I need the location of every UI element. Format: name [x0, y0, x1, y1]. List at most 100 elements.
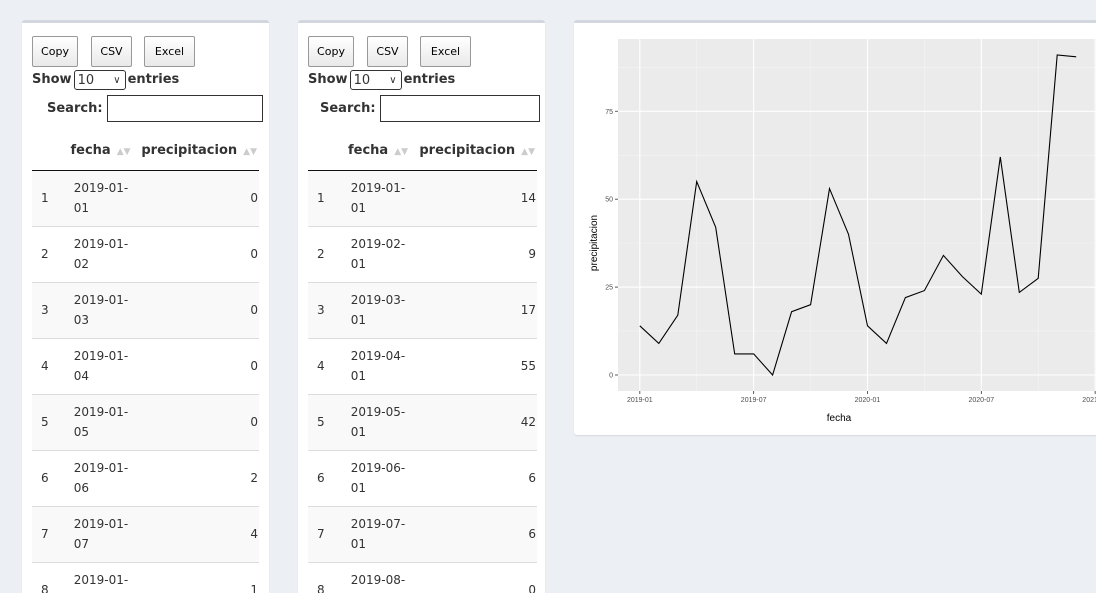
x-tick-label: 2021-01	[1082, 397, 1096, 404]
table-row[interactable]: 6 2019-01- 06 2	[32, 449, 259, 506]
fecha-line-1: 2019-01-	[73, 293, 129, 307]
row-index: 4	[308, 337, 339, 394]
fecha-header-label: fecha	[70, 143, 111, 159]
table-row[interactable]: 7 2019-01- 07 4	[32, 505, 259, 562]
line-chart: 0 25 50 75 2019-01 2019-07 2020-01 2020-07 2021…	[589, 39, 1096, 424]
table-row[interactable]: 2 2019-02- 01 9	[308, 225, 537, 282]
fecha-header[interactable]: fecha ▲▼	[338, 132, 418, 171]
precipitacion-header[interactable]: precipitacion ▲▼	[139, 132, 259, 171]
row-index: 4	[32, 337, 62, 394]
search-input[interactable]	[106, 95, 263, 122]
csv-button[interactable]: CSV	[367, 36, 408, 67]
fecha-line-1: 2019-01-	[73, 237, 129, 251]
copy-button[interactable]: Copy	[32, 36, 78, 67]
precipitacion-cell: 4	[139, 505, 259, 562]
table-row[interactable]: 1 2019-01- 01 14	[308, 170, 537, 226]
entries-select[interactable]: 10 ∨	[73, 70, 126, 90]
table-row[interactable]: 3 2019-03- 01 17	[308, 281, 537, 338]
precipitacion-cell: 6	[417, 505, 537, 562]
row-index: 2	[32, 225, 62, 282]
fecha-header-label: fecha	[348, 143, 389, 159]
sort-icon: ▲▼	[243, 147, 257, 158]
precipitacion-cell: 0	[139, 225, 259, 282]
row-index: 6	[308, 449, 339, 506]
length-control: Show 10 ∨ entries	[32, 70, 179, 90]
table-row[interactable]: 5 2019-01- 05 0	[32, 393, 259, 450]
sort-icon: ▲▼	[394, 147, 409, 158]
excel-button[interactable]: Excel	[420, 36, 471, 67]
table-row[interactable]: 82019-01-081	[32, 561, 259, 593]
data-table: fecha ▲▼ precipitacion ▲▼ 1 2019-01- 01 14 2 20…	[308, 132, 537, 593]
precipitacion-cell: 42	[417, 393, 537, 450]
table-row[interactable]: 2 2019-01- 02 0	[32, 225, 259, 282]
sort-icon: ▲▼	[521, 147, 535, 158]
fecha-line-2: 01	[350, 257, 366, 271]
fecha-line-1: 2019-06-	[350, 461, 406, 475]
entries-label: entries	[403, 72, 456, 87]
x-tick-label: 2020-01	[855, 397, 881, 404]
x-tick-label: 2019-01	[627, 397, 653, 404]
length-control: Show 10 ∨ entries	[308, 70, 455, 90]
fecha-cell: 2019-01- 03	[61, 281, 140, 338]
row-index: 3	[308, 281, 339, 338]
fecha-line-1: 2019-05-	[350, 405, 406, 419]
entries-select[interactable]: 10 ∨	[349, 70, 402, 90]
chevron-down-icon: ∨	[113, 75, 121, 86]
fecha-line-1: 2019-01-	[350, 181, 406, 195]
fecha-cell: 2019-01- 07	[61, 505, 140, 562]
fecha-line-2: 01	[350, 537, 366, 551]
sort-icon: ▲▼	[116, 147, 131, 158]
fecha-line-1: 2019-01-	[73, 181, 129, 195]
table-row[interactable]: 3 2019-01- 03 0	[32, 281, 259, 338]
row-index: 5	[308, 393, 339, 450]
y-tick-label: 50	[605, 197, 613, 204]
fecha-line-2: 01	[350, 313, 366, 327]
fecha-cell: 2019-05- 01	[338, 393, 418, 450]
fecha-header[interactable]: fecha ▲▼	[61, 132, 140, 171]
fecha-cell: 2019-01- 06	[61, 449, 140, 506]
excel-button[interactable]: Excel	[144, 36, 195, 67]
precipitacion-header-label: precipitacion	[419, 143, 516, 159]
table-row[interactable]: 4 2019-04- 01 55	[308, 337, 537, 394]
table-row[interactable]: 82019-08-010	[308, 561, 537, 593]
fecha-cell: 2019-06- 01	[338, 449, 418, 506]
fecha-line-1: 2019-08-	[350, 573, 406, 588]
fecha-line-2: 03	[73, 313, 89, 327]
row-index: 2	[308, 225, 339, 282]
fecha-cell: 2019-03- 01	[338, 281, 418, 338]
precipitacion-cell: 0	[139, 393, 259, 450]
fecha-line-2: 05	[73, 425, 89, 439]
monthly-table-panel: Copy CSV Excel Show 10 ∨ entries Search: fe…	[298, 20, 545, 593]
fecha-line-1: 2019-01-	[73, 573, 129, 588]
fecha-cell: 2019-01- 02	[61, 225, 140, 282]
precipitacion-cell: 0	[139, 281, 259, 338]
row-index: 8	[32, 561, 62, 593]
precipitacion-header[interactable]: precipitacion ▲▼	[417, 132, 537, 171]
row-index: 7	[308, 505, 339, 562]
fecha-cell: 2019-02- 01	[338, 225, 418, 282]
precipitacion-cell: 6	[417, 449, 537, 506]
row-index: 5	[32, 393, 62, 450]
table-row[interactable]: 7 2019-07- 01 6	[308, 505, 537, 562]
table-row[interactable]: 4 2019-01- 04 0	[32, 337, 259, 394]
table-row[interactable]: 6 2019-06- 01 6	[308, 449, 537, 506]
data-table: fecha ▲▼ precipitacion ▲▼ 1 2019-01- 01 0 2 201…	[32, 132, 259, 593]
index-header	[308, 132, 339, 171]
precipitacion-cell: 0	[139, 170, 259, 226]
fecha-line-1: 2019-04-	[350, 349, 406, 363]
copy-button[interactable]: Copy	[308, 36, 354, 67]
table-header-row: fecha ▲▼ precipitacion ▲▼	[308, 132, 537, 171]
csv-button[interactable]: CSV	[91, 36, 132, 67]
search-label: Search:	[320, 101, 376, 116]
table-row[interactable]: 1 2019-01- 01 0	[32, 170, 259, 226]
fecha-line-2: 01	[350, 481, 366, 495]
precipitacion-cell: 1	[139, 561, 259, 593]
y-axis-label: precipitacion	[589, 215, 600, 271]
table-row[interactable]: 5 2019-05- 01 42	[308, 393, 537, 450]
y-tick-label: 75	[605, 109, 613, 116]
fecha-line-2: 04	[73, 369, 89, 383]
fecha-cell: 2019-01- 04	[61, 337, 140, 394]
fecha-line-1: 2019-02-	[350, 237, 406, 251]
search-input[interactable]	[379, 95, 540, 122]
show-label: Show	[308, 72, 348, 87]
